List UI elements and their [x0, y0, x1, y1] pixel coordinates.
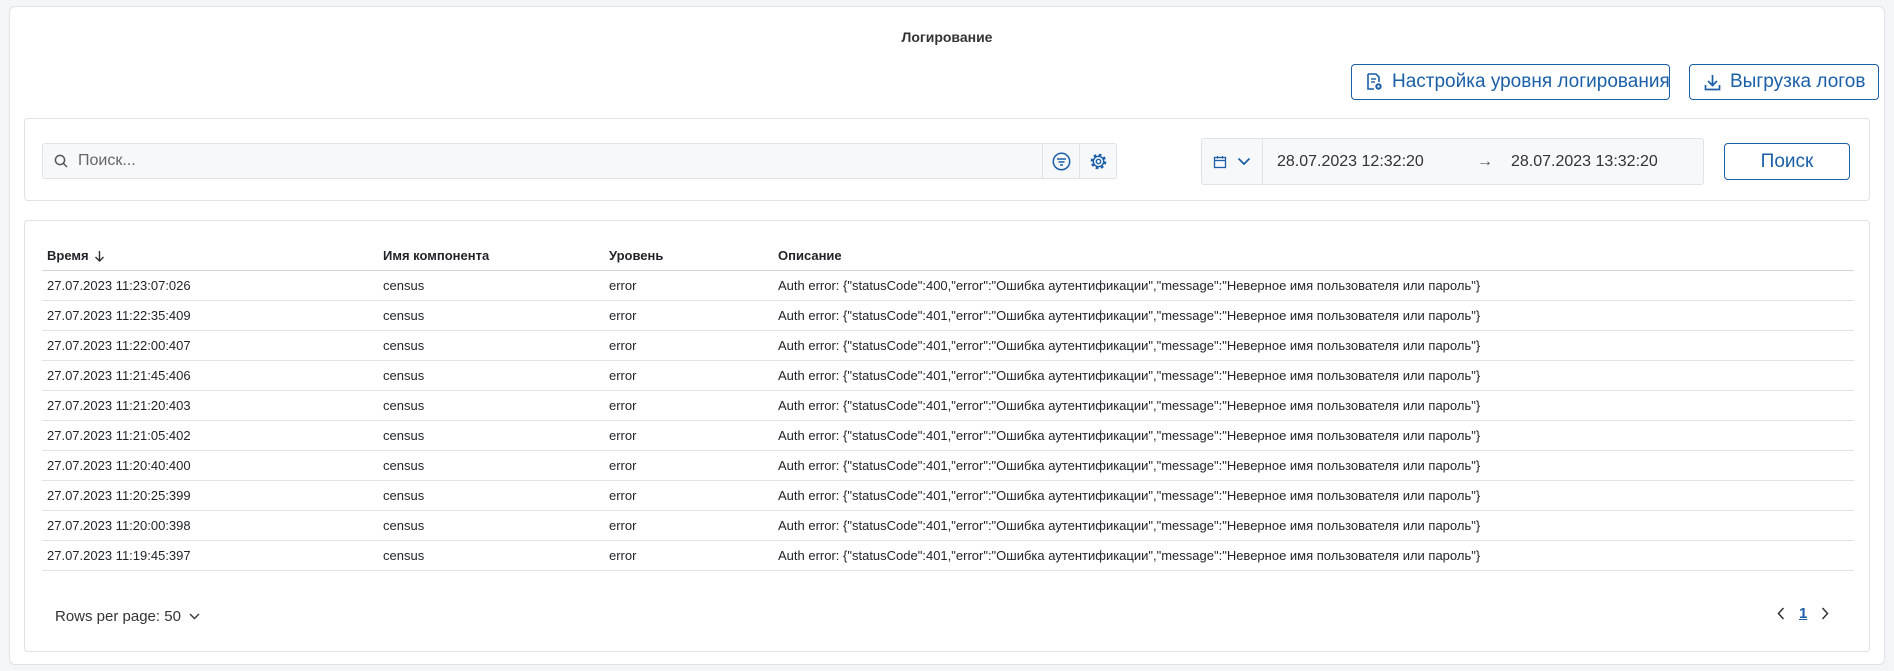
download-icon [1704, 74, 1721, 90]
cell-description: Auth error: {"statusCode":401,"error":"О… [773, 330, 1854, 361]
cell-component: census [378, 540, 604, 571]
cell-description: Auth error: {"statusCode":401,"error":"О… [773, 450, 1854, 481]
previous-page-button[interactable] [1777, 607, 1785, 620]
table-row[interactable]: 27.07.2023 11:21:20:403 census error Auth e… [42, 390, 1854, 421]
cell-time: 27.07.2023 11:21:05:402 [42, 420, 378, 451]
cell-time: 27.07.2023 11:20:00:398 [42, 510, 378, 541]
cell-time: 27.07.2023 11:21:45:406 [42, 360, 378, 391]
table-row[interactable]: 27.07.2023 11:20:25:399 census error Auth e… [42, 480, 1854, 511]
logs-table-panel: Время Имя компонента Уровень Описание 27… [24, 220, 1870, 652]
cell-level: error [604, 360, 773, 391]
cell-level: error [604, 390, 773, 421]
cell-time: 27.07.2023 11:20:25:399 [42, 480, 378, 511]
cell-time: 27.07.2023 11:20:40:400 [42, 450, 378, 481]
gear-icon [1090, 153, 1106, 169]
document-gear-icon [1367, 73, 1382, 90]
filter-panel: 28.07.2023 12:32:20 → 28.07.2023 13:32:2… [24, 118, 1870, 201]
table-header-row: Время Имя компонента Уровень Описание [42, 242, 1854, 271]
table-row[interactable]: 27.07.2023 11:20:00:398 census error Auth e… [42, 510, 1854, 541]
date-range-toggle[interactable] [1202, 139, 1263, 184]
logs-table: Время Имя компонента Уровень Описание 27… [42, 242, 1854, 571]
logging-page: Логирование Настройка уровня логирования… [9, 6, 1885, 665]
date-range-arrow: → [1477, 152, 1493, 170]
cell-level: error [604, 330, 773, 361]
cell-description: Auth error: {"statusCode":401,"error":"О… [773, 360, 1854, 391]
column-header-component[interactable]: Имя компонента [378, 242, 604, 271]
calendar-icon [1213, 155, 1227, 168]
cell-component: census [378, 450, 604, 481]
date-to-field[interactable]: 28.07.2023 13:32:20 [1497, 153, 1658, 171]
cell-level: error [604, 300, 773, 331]
log-level-settings-button[interactable]: Настройка уровня логирования [1351, 64, 1670, 100]
rows-per-page-label: Rows per page: 50 [55, 608, 181, 625]
cell-description: Auth error: {"statusCode":401,"error":"О… [773, 480, 1854, 511]
cell-component: census [378, 420, 604, 451]
cell-component: census [378, 510, 604, 541]
cell-component: census [378, 480, 604, 511]
table-row[interactable]: 27.07.2023 11:22:00:407 census error Auth e… [42, 330, 1854, 361]
table-row[interactable]: 27.07.2023 11:21:45:406 census error Auth e… [42, 360, 1854, 391]
cell-level: error [604, 540, 773, 571]
table-row[interactable]: 27.07.2023 11:20:40:400 census error Auth e… [42, 450, 1854, 481]
cell-level: error [604, 450, 773, 481]
table-row[interactable]: 27.07.2023 11:21:05:402 census error Auth e… [42, 420, 1854, 451]
column-header-time-label: Время [47, 248, 89, 264]
rows-per-page-select[interactable]: Rows per page: 50 [55, 608, 200, 625]
cell-component: census [378, 360, 604, 391]
page-number-current[interactable]: 1 [1799, 605, 1807, 622]
table-row[interactable]: 27.07.2023 11:22:35:409 census error Auth e… [42, 300, 1854, 331]
cell-time: 27.07.2023 11:23:07:026 [42, 270, 378, 301]
search-button[interactable]: Поиск [1724, 143, 1850, 180]
cell-time: 27.07.2023 11:19:45:397 [42, 540, 378, 571]
filter-icon [1052, 152, 1070, 170]
column-header-description[interactable]: Описание [773, 242, 1854, 271]
search-input[interactable] [78, 144, 1042, 178]
cell-description: Auth error: {"statusCode":401,"error":"О… [773, 540, 1854, 571]
search-settings-button[interactable] [1079, 144, 1116, 178]
cell-component: census [378, 270, 604, 301]
chevron-down-icon [189, 613, 200, 620]
log-level-settings-label: Настройка уровня логирования [1392, 71, 1670, 92]
filter-button[interactable] [1042, 144, 1079, 178]
date-range-picker: 28.07.2023 12:32:20 → 28.07.2023 13:32:2… [1201, 138, 1704, 185]
cell-level: error [604, 270, 773, 301]
chevron-left-icon [1777, 607, 1785, 620]
column-header-level[interactable]: Уровень [604, 242, 773, 271]
cell-description: Auth error: {"statusCode":401,"error":"О… [773, 300, 1854, 331]
search-box [42, 143, 1117, 179]
cell-time: 27.07.2023 11:22:00:407 [42, 330, 378, 361]
cell-description: Auth error: {"statusCode":400,"error":"О… [773, 270, 1854, 301]
next-page-button[interactable] [1821, 607, 1829, 620]
cell-description: Auth error: {"statusCode":401,"error":"О… [773, 390, 1854, 421]
cell-component: census [378, 300, 604, 331]
cell-level: error [604, 420, 773, 451]
cell-level: error [604, 480, 773, 511]
chevron-right-icon [1822, 607, 1829, 620]
cell-level: error [604, 510, 773, 541]
export-logs-label: Выгрузка логов [1730, 71, 1866, 92]
cell-component: census [378, 330, 604, 361]
cell-description: Auth error: {"statusCode":401,"error":"О… [773, 510, 1854, 541]
column-header-time[interactable]: Время [42, 242, 378, 271]
date-from-field[interactable]: 28.07.2023 12:32:20 [1263, 153, 1473, 171]
table-row[interactable]: 27.07.2023 11:19:45:397 census error Auth e… [42, 540, 1854, 571]
cell-time: 27.07.2023 11:22:35:409 [42, 300, 378, 331]
export-logs-button[interactable]: Выгрузка логов [1689, 64, 1879, 100]
cell-component: census [378, 390, 604, 421]
logs-table-body: 27.07.2023 11:23:07:026 census error Auth e… [42, 270, 1854, 571]
cell-time: 27.07.2023 11:21:20:403 [42, 390, 378, 421]
chevron-down-icon [1237, 157, 1251, 166]
cell-description: Auth error: {"statusCode":401,"error":"О… [773, 420, 1854, 451]
table-row[interactable]: 27.07.2023 11:23:07:026 census error Auth e… [42, 270, 1854, 301]
page-title: Логирование [901, 29, 993, 45]
arrow-down-icon [94, 251, 104, 263]
pagination: 1 [1777, 605, 1829, 622]
search-icon [54, 154, 68, 168]
